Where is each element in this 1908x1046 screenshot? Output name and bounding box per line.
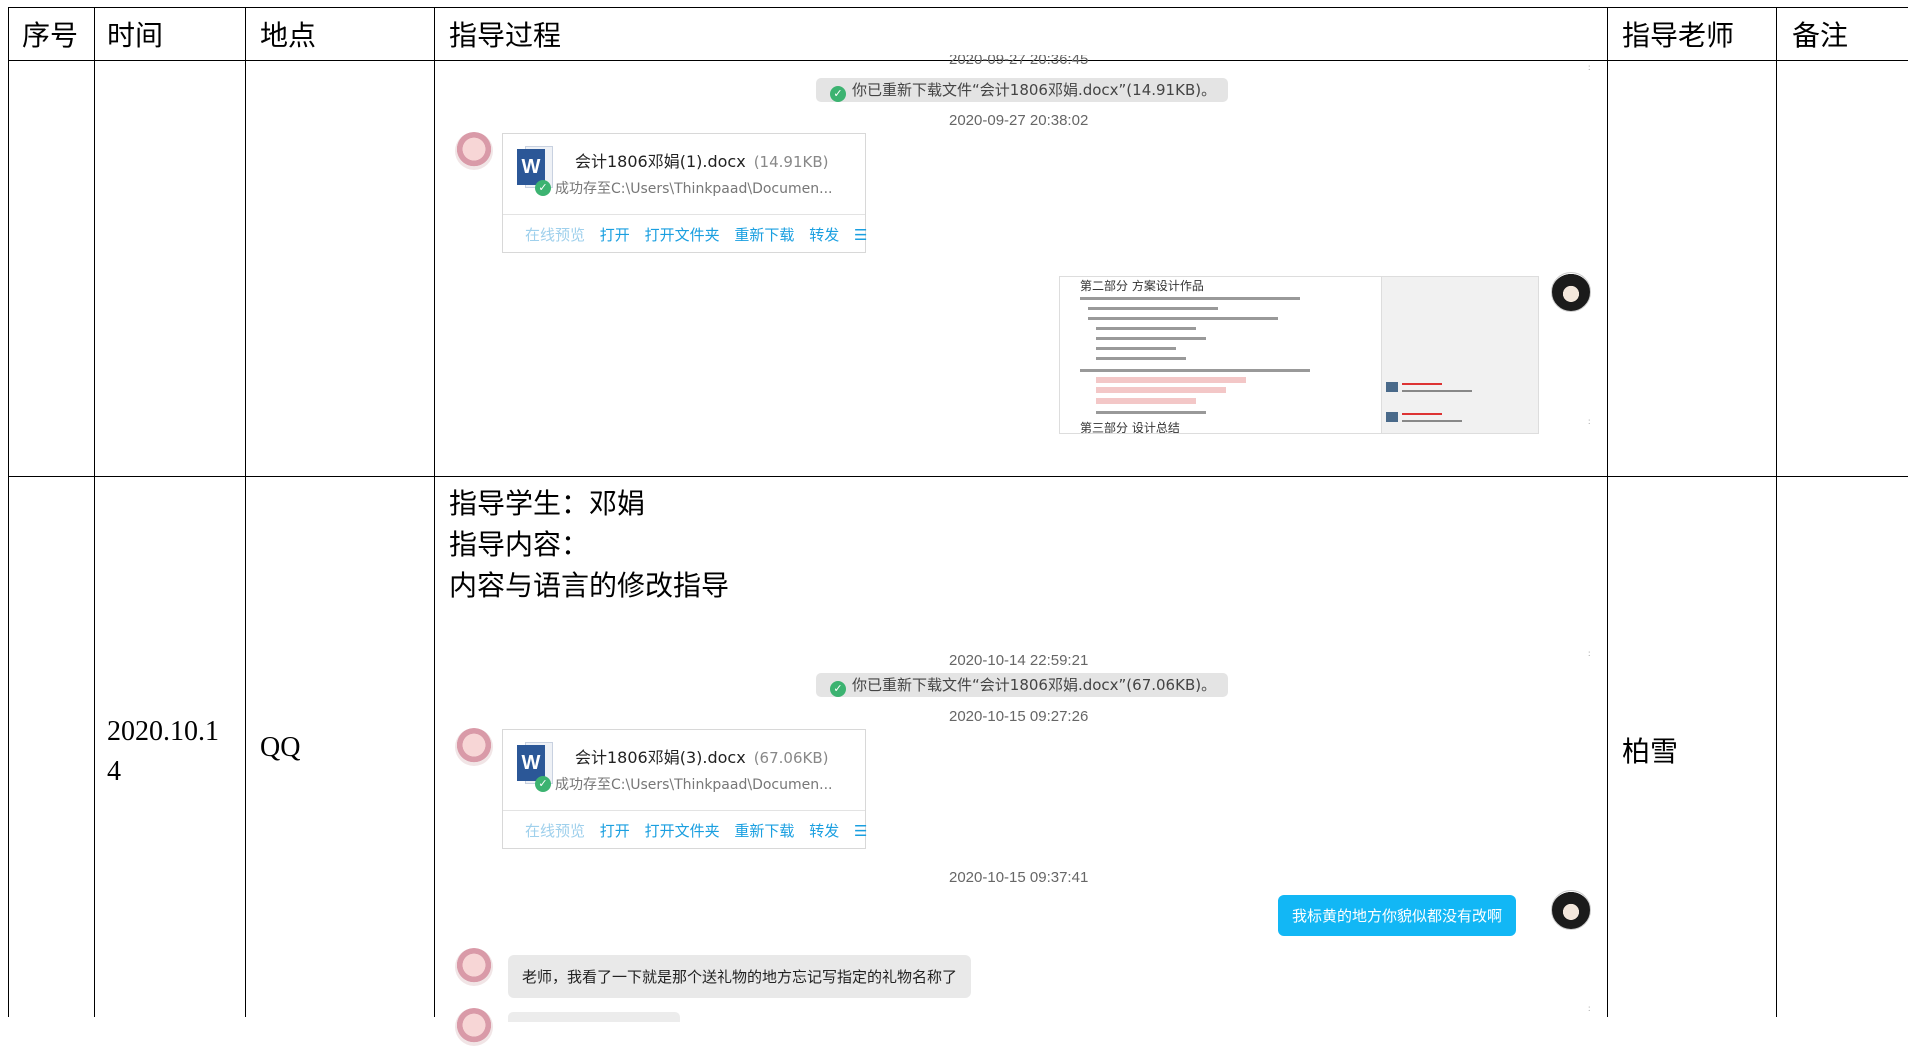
file-size: (14.91KB) <box>753 153 829 171</box>
student-avatar[interactable] <box>455 1008 493 1046</box>
row2-teacher: 柏雪 <box>1622 735 1679 768</box>
open-link[interactable]: 打开 <box>600 226 630 244</box>
doc-line <box>1096 357 1186 360</box>
forward-link[interactable]: 转发 <box>809 226 839 244</box>
doc-highlight <box>1096 377 1246 383</box>
file-save-path: 成功存至C:\Users\Thinkpaad\Documen... <box>555 777 833 793</box>
guide-student: 指导学生：邓娟 <box>449 487 646 520</box>
open-folder-link[interactable]: 打开文件夹 <box>645 822 720 840</box>
file-actions: 在线预览 打开 打开文件夹 重新下载 转发 ☰ <box>525 820 867 841</box>
check-circle-icon: ✓ <box>535 180 551 196</box>
cut-timestamp: 2020-09-27 20:36:45 <box>949 55 1089 68</box>
row2-date-line1: 2020.10.1 <box>107 716 219 747</box>
chat-timestamp: 2020-10-14 22:59:21 <box>949 652 1089 669</box>
doc-line <box>1096 347 1176 350</box>
guide-content-label: 指导内容： <box>449 528 590 561</box>
teacher-avatar[interactable] <box>1551 890 1591 930</box>
doc-preview-footer: 第三部分 设计总结 <box>1080 421 1180 434</box>
doc-comment-pane <box>1381 277 1538 433</box>
row2-date-line2: 4 <box>107 756 121 787</box>
row1-bottom-border <box>8 476 1908 477</box>
student-avatar[interactable] <box>455 728 493 766</box>
preview-online-link[interactable]: 在线预览 <box>525 226 585 244</box>
file-size: (67.06KB) <box>753 749 829 767</box>
student-avatar[interactable] <box>455 948 493 986</box>
row2-date: 2020.10.1 4 <box>107 712 219 792</box>
doc-line <box>1096 337 1206 340</box>
chat-timestamp: 2020-09-27 20:38:02 <box>949 112 1089 129</box>
doc-line <box>1096 327 1196 330</box>
scroll-mark: : <box>1588 648 1591 658</box>
doc-line <box>1088 317 1278 320</box>
chat-timestamp: 2020-10-15 09:37:41 <box>949 869 1089 886</box>
doc-highlight <box>1096 387 1226 393</box>
header-teacher: 指导老师 <box>1622 19 1735 52</box>
notice-text: 你已重新下载文件“会计1806邓娟.docx”(67.06KB)。 <box>852 676 1217 694</box>
header-index: 序号 <box>22 19 79 52</box>
header-process: 指导过程 <box>449 19 562 52</box>
student-message-bubble[interactable]: 老师，我看了一下就是那个送礼物的地方忘记写指定的礼物名称了 <box>508 955 972 998</box>
file-card-divider <box>503 810 865 811</box>
table-top-border <box>8 7 1908 8</box>
scroll-mark: : <box>1588 416 1591 426</box>
col-border-2 <box>245 7 246 1017</box>
check-circle-icon: ✓ <box>830 681 846 697</box>
chat-timestamp: 2020-10-15 09:27:26 <box>949 708 1089 725</box>
row2-place: QQ <box>260 732 301 763</box>
file-save-path: 成功存至C:\Users\Thinkpaad\Documen... <box>555 181 833 197</box>
file-card[interactable]: W ✓ 会计1806邓娟(3).docx (67.06KB) 成功存至C:\Use… <box>502 729 867 849</box>
menu-icon[interactable]: ☰ <box>854 226 867 244</box>
open-folder-link[interactable]: 打开文件夹 <box>645 226 720 244</box>
col-border-0 <box>8 7 9 1017</box>
redownload-notice: ✓ 你已重新下载文件“会计1806邓娟.docx”(67.06KB)。 <box>816 673 1228 697</box>
document-preview-image[interactable]: 第二部分 方案设计作品 第三部分 设计总结 <box>1059 276 1539 434</box>
file-name[interactable]: 会计1806邓娟(3).docx <box>575 748 746 767</box>
teacher-message-bubble[interactable]: 我标黄的地方你貌似都没有改啊 <box>1278 895 1517 936</box>
doc-line <box>1096 411 1206 414</box>
doc-highlight <box>1096 398 1196 404</box>
check-circle-icon: ✓ <box>830 86 846 102</box>
guide-content: 内容与语言的修改指导 <box>449 569 730 602</box>
header-remarks: 备注 <box>1792 19 1849 52</box>
header-time: 时间 <box>107 19 164 52</box>
file-name[interactable]: 会计1806邓娟(1).docx <box>575 152 746 171</box>
doc-preview-heading: 第二部分 方案设计作品 <box>1080 279 1204 293</box>
file-actions: 在线预览 打开 打开文件夹 重新下载 转发 ☰ <box>525 224 867 245</box>
col-border-4 <box>1607 7 1608 1017</box>
preview-online-link[interactable]: 在线预览 <box>525 822 585 840</box>
col-border-3 <box>434 7 435 1017</box>
doc-line <box>1080 297 1300 300</box>
redownload-notice: ✓ 你已重新下载文件“会计1806邓娟.docx”(14.91KB)。 <box>816 78 1228 102</box>
redownload-link[interactable]: 重新下载 <box>734 822 794 840</box>
forward-link[interactable]: 转发 <box>809 822 839 840</box>
file-card[interactable]: W ✓ 会计1806邓娟(1).docx (14.91KB) 成功存至C:\Use… <box>502 133 867 253</box>
scroll-mark: : <box>1588 62 1591 72</box>
redownload-link[interactable]: 重新下载 <box>734 226 794 244</box>
open-link[interactable]: 打开 <box>600 822 630 840</box>
notice-text: 你已重新下载文件“会计1806邓娟.docx”(14.91KB)。 <box>852 81 1217 99</box>
file-card-divider <box>503 214 865 215</box>
menu-icon[interactable]: ☰ <box>854 822 867 840</box>
header-place: 地点 <box>260 19 317 52</box>
doc-line <box>1088 307 1218 310</box>
scroll-mark: : <box>1588 1003 1591 1013</box>
check-circle-icon: ✓ <box>535 776 551 792</box>
doc-line <box>1080 369 1310 372</box>
teacher-avatar[interactable] <box>1551 272 1591 312</box>
partial-message-bubble <box>508 1012 680 1022</box>
col-border-1 <box>94 7 95 1017</box>
student-avatar[interactable] <box>455 132 493 170</box>
col-border-5 <box>1776 7 1777 1017</box>
